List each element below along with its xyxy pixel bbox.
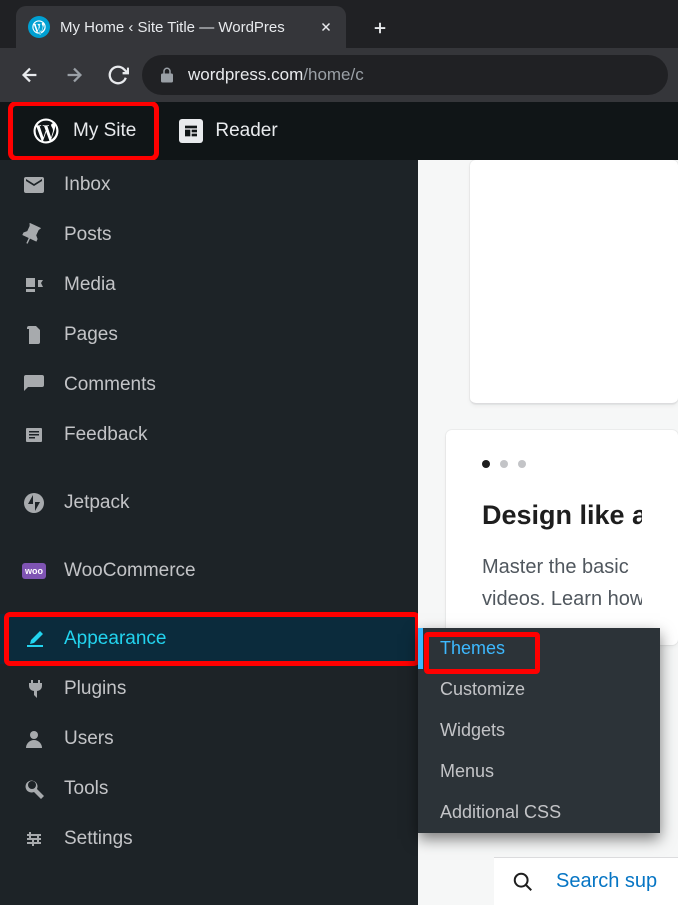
jetpack-icon [22, 491, 46, 515]
sidebar-item-label: Feedback [64, 424, 147, 446]
my-site-link[interactable]: My Site [17, 108, 150, 154]
submenu-item-customize[interactable]: Customize [418, 669, 660, 710]
appearance-icon [22, 627, 46, 651]
browser-chrome: My Home ‹ Site Title — WordPres wordpres… [0, 0, 678, 102]
sidebar-item-users[interactable]: Users [0, 714, 418, 764]
my-site-label: My Site [73, 120, 136, 142]
inbox-icon [22, 173, 46, 197]
submenu-label: Customize [440, 679, 525, 699]
wp-admin-bar: My Site Reader [0, 102, 678, 160]
back-button[interactable] [10, 55, 50, 95]
sidebar-item-label: Inbox [64, 174, 110, 196]
sidebar-item-inbox[interactable]: Inbox [0, 160, 418, 210]
url-bar[interactable]: wordpress.com/home/c [142, 55, 668, 95]
carousel-dots[interactable] [482, 460, 642, 468]
sidebar-item-label: Media [64, 274, 116, 296]
forward-button[interactable] [54, 55, 94, 95]
settings-icon [22, 827, 46, 851]
sidebar-item-appearance[interactable]: Appearance [0, 614, 418, 664]
sidebar-item-label: WooCommerce [64, 560, 196, 582]
reader-label: Reader [215, 120, 277, 142]
submenu-item-additional-css[interactable]: Additional CSS [418, 792, 660, 833]
reader-link[interactable]: Reader [165, 111, 291, 151]
dot-2[interactable] [500, 460, 508, 468]
sidebar-item-label: Posts [64, 224, 112, 246]
search-icon [512, 871, 534, 893]
card-body-line-2: videos. Learn how [482, 583, 642, 615]
sidebar-item-settings[interactable]: Settings [0, 814, 418, 864]
submenu-label: Additional CSS [440, 802, 561, 822]
sidebar-item-label: Tools [64, 778, 108, 800]
sidebar-item-media[interactable]: Media [0, 260, 418, 310]
sidebar-item-woocommerce[interactable]: woo WooCommerce [0, 546, 418, 596]
admin-sidebar: Inbox Posts Media Pages Comments Feedbac… [0, 160, 418, 905]
sidebar-item-jetpack[interactable]: Jetpack [0, 478, 418, 528]
sidebar-item-label: Comments [64, 374, 156, 396]
sidebar-item-label: Jetpack [64, 492, 129, 514]
appearance-submenu: Themes Customize Widgets Menus Additiona… [418, 628, 660, 833]
dot-1[interactable] [482, 460, 490, 468]
search-label: Search sup [556, 870, 657, 893]
card-body-line-1: Master the basic [482, 551, 642, 583]
sidebar-item-feedback[interactable]: Feedback [0, 410, 418, 460]
plugins-icon [22, 677, 46, 701]
highlight-my-site: My Site [8, 101, 159, 161]
reader-icon [179, 119, 203, 143]
url-text: wordpress.com/home/c [188, 65, 364, 85]
sidebar-item-comments[interactable]: Comments [0, 360, 418, 410]
sidebar-item-label: Settings [64, 828, 133, 850]
submenu-item-menus[interactable]: Menus [418, 751, 660, 792]
comments-icon [22, 373, 46, 397]
lock-icon [158, 66, 176, 84]
woocommerce-icon: woo [22, 559, 46, 583]
media-icon [22, 273, 46, 297]
tab-close-icon[interactable] [318, 19, 334, 35]
reload-button[interactable] [98, 55, 138, 95]
design-card: Design like an e Master the basic videos… [446, 430, 678, 645]
submenu-label: Menus [440, 761, 494, 781]
browser-tab[interactable]: My Home ‹ Site Title — WordPres [16, 6, 346, 48]
feedback-icon [22, 423, 46, 447]
tools-icon [22, 777, 46, 801]
sidebar-item-pages[interactable]: Pages [0, 310, 418, 360]
workspace: Inbox Posts Media Pages Comments Feedbac… [0, 160, 678, 905]
browser-toolbar: wordpress.com/home/c [0, 48, 678, 102]
tab-title: My Home ‹ Site Title — WordPres [60, 19, 308, 36]
sidebar-item-posts[interactable]: Posts [0, 210, 418, 260]
submenu-item-themes[interactable]: Themes [418, 628, 660, 669]
card-heading: Design like an e [482, 500, 642, 531]
sidebar-item-plugins[interactable]: Plugins [0, 664, 418, 714]
users-icon [22, 727, 46, 751]
sidebar-item-label: Appearance [64, 628, 166, 650]
sidebar-item-tools[interactable]: Tools [0, 764, 418, 814]
sidebar-item-label: Pages [64, 324, 118, 346]
sidebar-item-label: Users [64, 728, 114, 750]
dot-3[interactable] [518, 460, 526, 468]
card-placeholder [470, 160, 678, 404]
pages-icon [22, 323, 46, 347]
pushpin-icon [22, 223, 46, 247]
submenu-item-widgets[interactable]: Widgets [418, 710, 660, 751]
submenu-label: Widgets [440, 720, 505, 740]
wordpress-favicon [28, 16, 50, 38]
sidebar-item-label: Plugins [64, 678, 126, 700]
search-support[interactable]: Search sup [494, 857, 678, 905]
new-tab-button[interactable] [360, 8, 400, 48]
tab-strip: My Home ‹ Site Title — WordPres [0, 0, 678, 48]
submenu-label: Themes [440, 638, 505, 658]
